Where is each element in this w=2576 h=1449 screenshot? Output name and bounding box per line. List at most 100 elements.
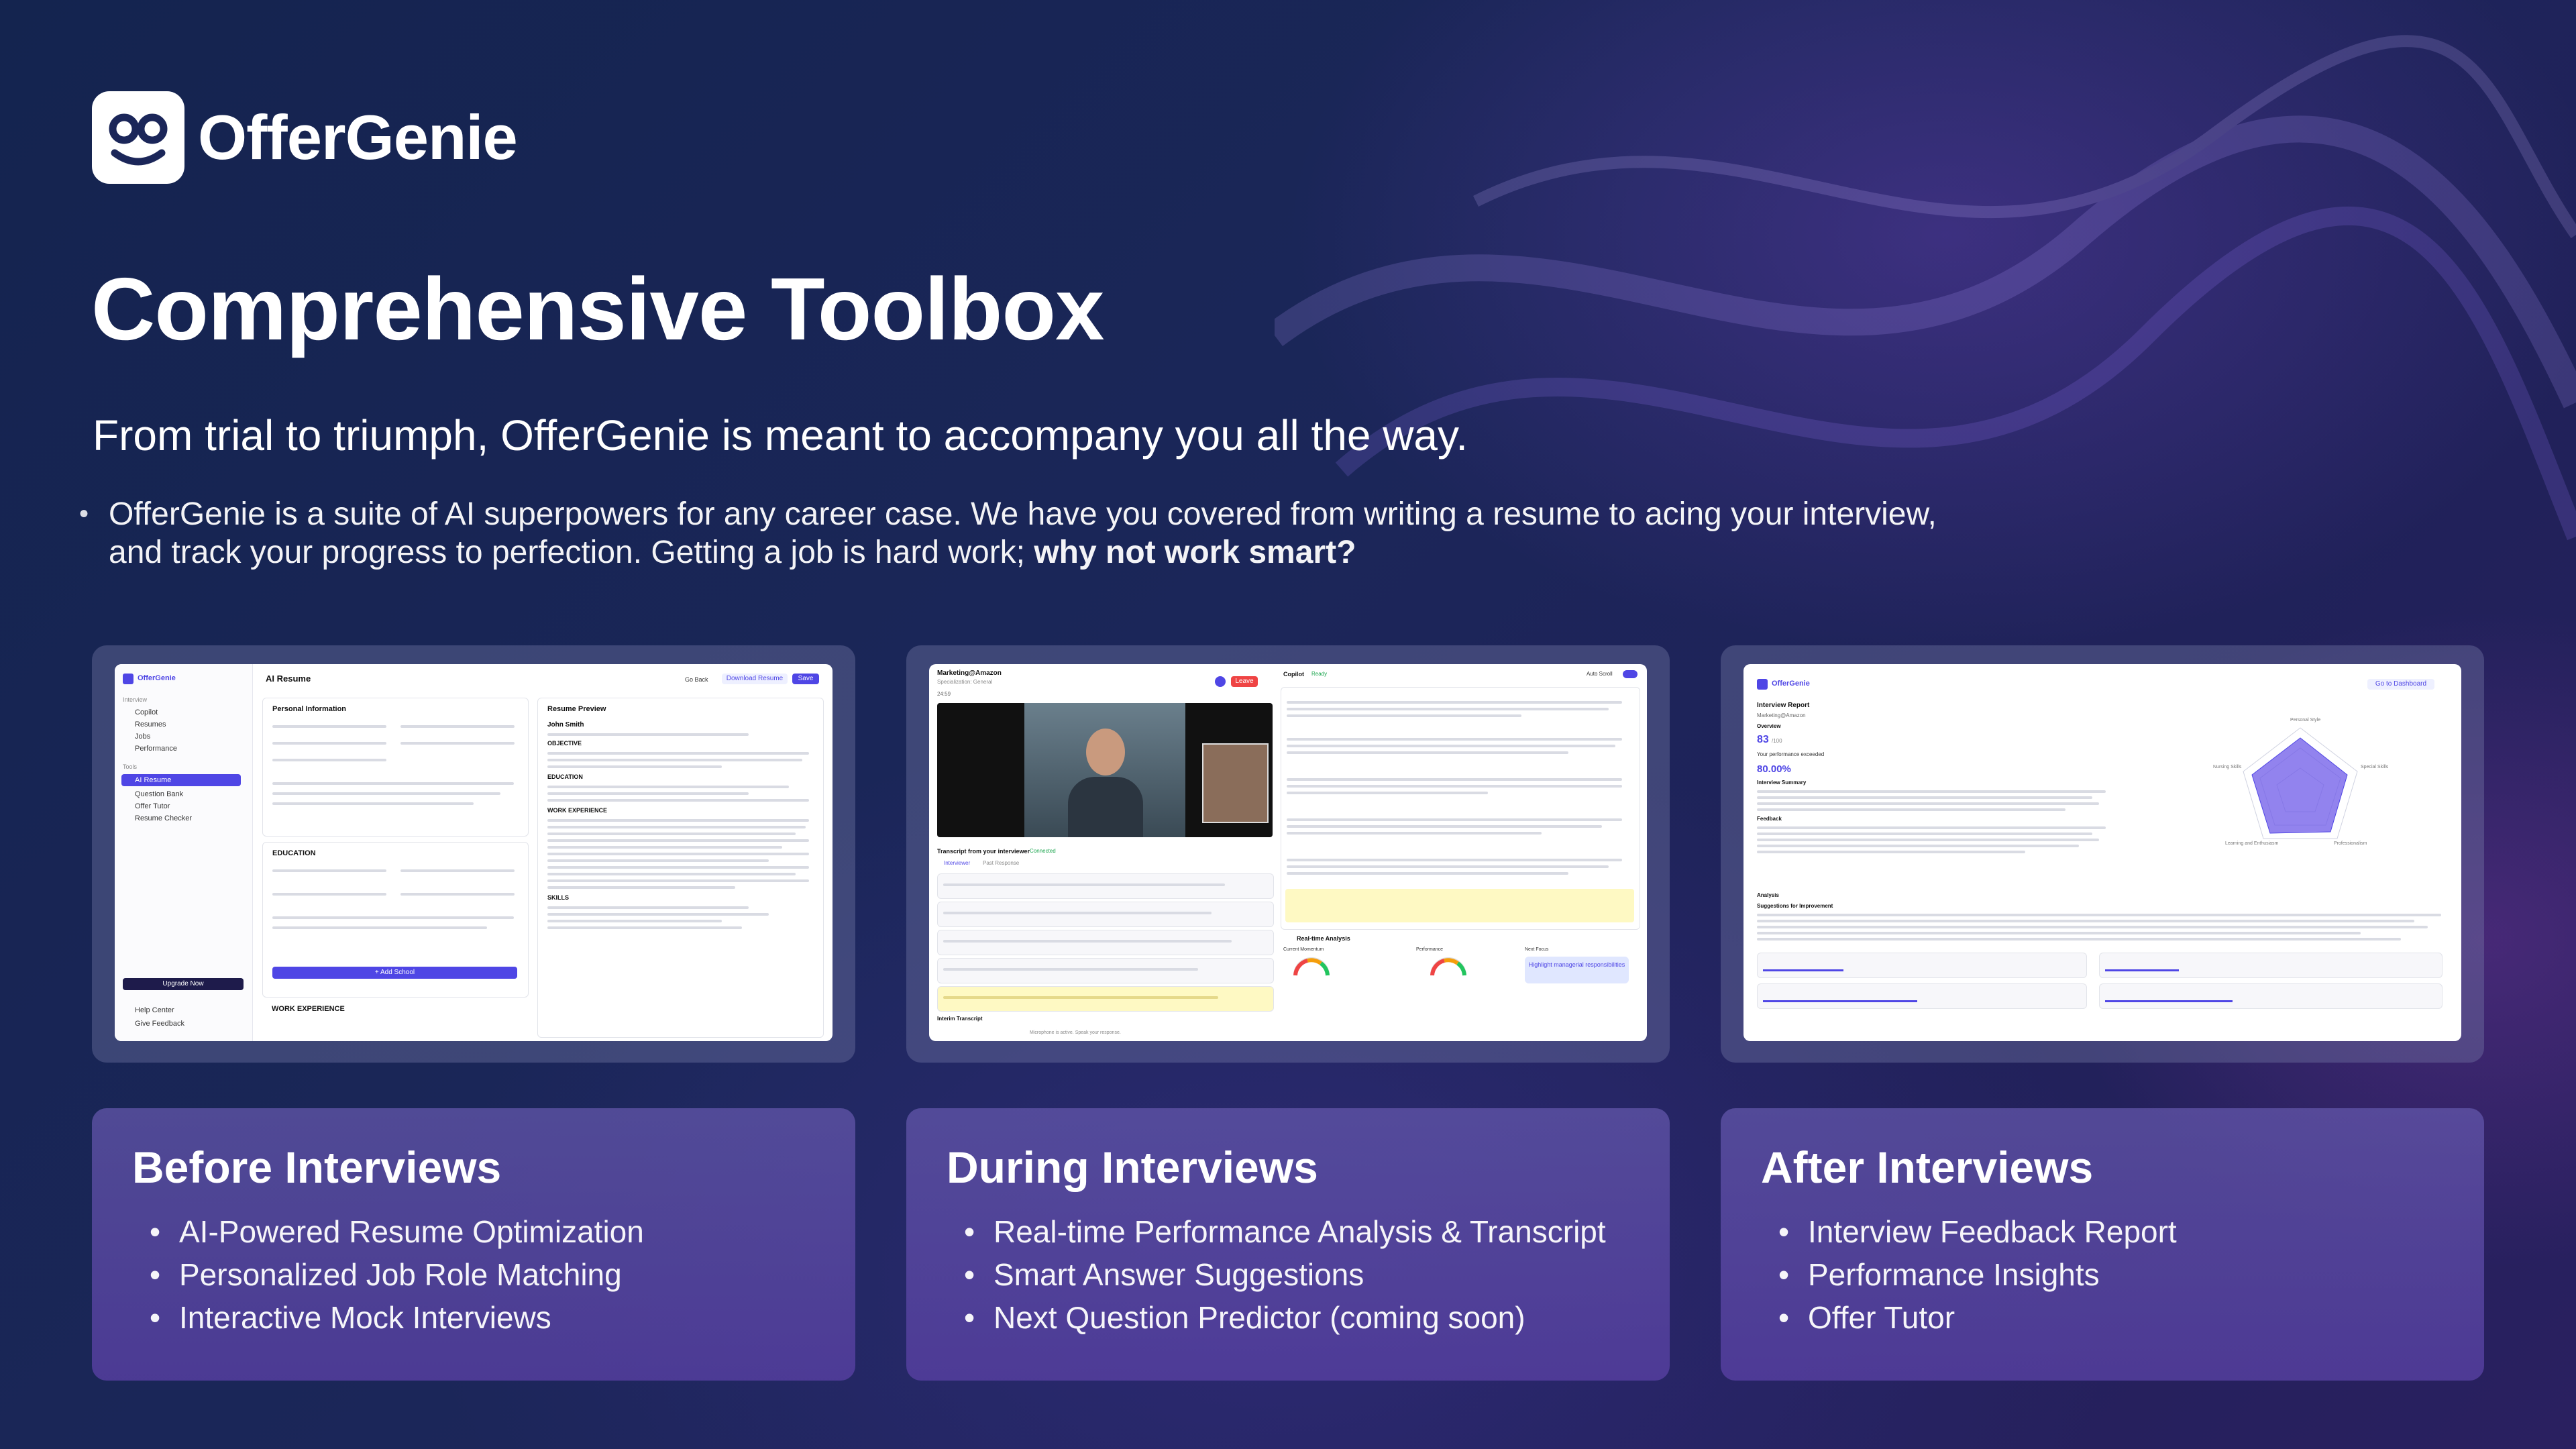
- report-app-name: OfferGenie: [1772, 680, 1810, 688]
- download-resume-button[interactable]: Download Resume: [722, 674, 788, 684]
- sidebar-item-question-bank[interactable]: Question Bank: [135, 790, 183, 798]
- analysis-heading: Real-time Analysis: [1297, 935, 1350, 942]
- preview-name: John Smith: [547, 721, 584, 729]
- interviewer-video: [937, 703, 1273, 837]
- mic-status: Microphone is active. Speak your respons…: [1030, 1030, 1121, 1035]
- resume-page-title: AI Resume: [266, 674, 311, 684]
- sidebar-item-resume-checker[interactable]: Resume Checker: [135, 814, 192, 822]
- intro-line-1: OfferGenie is a suite of AI superpowers …: [109, 496, 1937, 532]
- feature-list: Interview Feedback Report Performance In…: [1764, 1210, 2177, 1339]
- copilot-screenshot: Marketing@Amazon Specialization: General…: [929, 664, 1647, 1041]
- connection-status: Connected: [1030, 848, 1056, 854]
- sidebar-app-name: OfferGenie: [138, 674, 176, 682]
- brand-logo: OfferGenie: [92, 91, 518, 184]
- add-school-button[interactable]: + Add School: [272, 967, 517, 979]
- radar-label-personal-style: Personal Style: [2290, 718, 2321, 722]
- app-logo-icon: [123, 674, 133, 684]
- overview-heading: Overview: [1757, 723, 1781, 729]
- summary-heading: Interview Summary: [1757, 780, 1807, 786]
- score-card: [1757, 953, 2087, 978]
- transcript-item: [937, 930, 1274, 955]
- page-subtitle: From trial to triumph, OfferGenie is mea…: [93, 411, 1468, 460]
- radar-label-nursing-skills: Nursing Skills: [2213, 765, 2242, 769]
- preview-objective: OBJECTIVE: [547, 740, 582, 747]
- mic-icon[interactable]: [1215, 676, 1226, 687]
- exceeded-label: Your performance exceeded: [1757, 751, 1825, 757]
- resume-sidebar: OfferGenie Interview Copilot Resumes Job…: [115, 664, 253, 1041]
- feature-list: Real-time Performance Analysis & Transcr…: [949, 1210, 1606, 1339]
- momentum-gauge-icon: [1293, 957, 1330, 976]
- copilot-suggestions: [1281, 687, 1640, 930]
- sidebar-item-copilot[interactable]: Copilot: [135, 708, 158, 716]
- card-title: Before Interviews: [132, 1142, 502, 1192]
- overall-score: 83: [1757, 734, 1769, 745]
- leave-button[interactable]: Leave: [1231, 676, 1258, 687]
- score-card: [2099, 983, 2443, 1009]
- self-view-video: [1202, 743, 1269, 823]
- personal-info-heading: Personal Information: [272, 705, 347, 713]
- tab-interviewer[interactable]: Interviewer: [944, 860, 970, 866]
- list-item: Offer Tutor: [1764, 1296, 2177, 1339]
- after-interviews-card: After Interviews Interview Feedback Repo…: [1721, 1108, 2484, 1381]
- score-card: [1757, 983, 2087, 1009]
- personal-info-section: Personal Information: [262, 698, 529, 837]
- momentum-label: Current Momentum: [1283, 947, 1324, 952]
- list-item: Real-time Performance Analysis & Transcr…: [949, 1210, 1606, 1253]
- report-title: Interview Report: [1757, 702, 1810, 709]
- sidebar-item-jobs[interactable]: Jobs: [135, 733, 150, 741]
- brand-name: OfferGenie: [198, 102, 518, 172]
- during-interviews-card: During Interviews Real-time Performance …: [906, 1108, 1670, 1381]
- suggestions-heading: Suggestions for Improvement: [1757, 903, 1833, 909]
- preview-education: EDUCATION: [547, 773, 583, 780]
- resume-screenshot-frame: OfferGenie Interview Copilot Resumes Job…: [92, 645, 855, 1063]
- list-item: Interview Feedback Report: [1764, 1210, 2177, 1253]
- auto-scroll-toggle[interactable]: [1623, 670, 1638, 678]
- help-center-link[interactable]: Help Center: [135, 1006, 174, 1014]
- preview-work: WORK EXPERIENCE: [547, 807, 608, 814]
- report-role: Marketing@Amazon: [1757, 712, 1806, 718]
- resume-preview-heading: Resume Preview: [547, 705, 606, 713]
- report-screenshot-frame: OfferGenie Go to Dashboard Interview Rep…: [1721, 645, 2484, 1063]
- radar-label-learning: Learning and Enthusiasm: [2225, 841, 2279, 846]
- transcript-item: [937, 873, 1274, 899]
- save-resume-button[interactable]: Save: [792, 674, 819, 684]
- next-focus-label: Next Focus: [1525, 947, 1549, 952]
- education-heading: EDUCATION: [272, 849, 316, 857]
- transcript-item-highlight: [937, 986, 1274, 1012]
- bullet-icon: •: [79, 499, 89, 529]
- sidebar-item-offer-tutor[interactable]: Offer Tutor: [135, 802, 170, 810]
- go-back-button[interactable]: Go Back: [685, 676, 708, 683]
- list-item: Next Question Predictor (coming soon): [949, 1296, 1606, 1339]
- list-item: AI-Powered Resume Optimization: [135, 1210, 644, 1253]
- sidebar-section-interview: Interview: [123, 696, 148, 703]
- sidebar-section-tools: Tools: [123, 763, 138, 770]
- sidebar-item-resumes[interactable]: Resumes: [135, 720, 166, 729]
- interview-role: Marketing@Amazon: [937, 669, 1002, 677]
- intro-line-2: and track your progress to perfection. G…: [109, 535, 1034, 570]
- score-max: /100: [1772, 738, 1782, 744]
- copilot-screenshot-frame: Marketing@Amazon Specialization: General…: [906, 645, 1670, 1063]
- auto-scroll-label: Auto Scroll: [1587, 671, 1613, 677]
- feedback-heading: Feedback: [1757, 816, 1782, 822]
- transcript-item: [937, 958, 1274, 983]
- feature-list: AI-Powered Resume Optimization Personali…: [135, 1210, 644, 1339]
- go-to-dashboard-button[interactable]: Go to Dashboard: [2367, 679, 2434, 690]
- genie-face-icon: [92, 91, 184, 184]
- copilot-status: Ready: [1311, 671, 1328, 677]
- education-section: EDUCATION + Add School: [262, 842, 529, 998]
- tab-past-response[interactable]: Past Response: [983, 860, 1019, 866]
- list-item: Smart Answer Suggestions: [949, 1253, 1606, 1296]
- give-feedback-link[interactable]: Give Feedback: [135, 1020, 184, 1028]
- card-title: After Interviews: [1761, 1142, 2094, 1192]
- list-item: Performance Insights: [1764, 1253, 2177, 1296]
- sidebar-item-ai-resume[interactable]: AI Resume: [135, 776, 171, 784]
- resume-screenshot: OfferGenie Interview Copilot Resumes Job…: [115, 664, 833, 1041]
- sidebar-item-performance[interactable]: Performance: [135, 745, 177, 753]
- upgrade-button[interactable]: Upgrade Now: [123, 978, 244, 990]
- background-swirl: [1275, 35, 2576, 541]
- resume-preview: Resume Preview John Smith OBJECTIVE EDUC…: [537, 698, 824, 1038]
- page-title: Comprehensive Toolbox: [91, 260, 1104, 358]
- interview-timer: 24:59: [937, 691, 951, 697]
- radar-label-professionalism: Professionalism: [2334, 841, 2367, 846]
- report-screenshot: OfferGenie Go to Dashboard Interview Rep…: [1743, 664, 2461, 1041]
